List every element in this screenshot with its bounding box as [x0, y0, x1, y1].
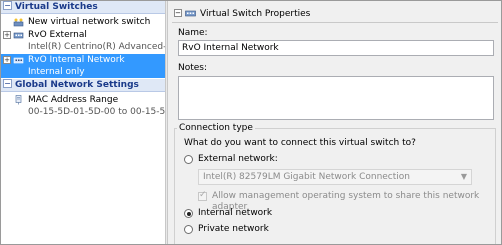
tree-item-sublabel: Internal only — [28, 67, 85, 77]
global-header-label: Global Network Settings — [15, 80, 139, 90]
adapter-value: Intel(R) 82579LM Gigabit Network Connect… — [203, 172, 410, 182]
expand-icon[interactable]: + — [3, 31, 11, 39]
tree-item-sublabel: Intel(R) Centrino(R) Advanced-N 6... — [28, 42, 165, 52]
name-input[interactable] — [178, 40, 494, 56]
new-switch-icon — [13, 18, 24, 27]
tree-item-mac-address-detail: 00-15-5D-01-5D-00 to 00-15-5D-0... — [1, 106, 165, 118]
section-collapse-icon[interactable]: − — [3, 79, 12, 88]
expand-icon[interactable]: + — [3, 56, 11, 64]
tree-item-rvo-external-detail: Intel(R) Centrino(R) Advanced-N 6... — [1, 41, 165, 53]
tree-item-label: RvO Internal Network — [28, 55, 125, 65]
network-switch-icon — [13, 57, 24, 64]
tree-item-rvo-external[interactable]: + RvO External — [1, 29, 165, 41]
chevron-down-icon: ▼ — [460, 172, 467, 181]
network-switch-icon — [13, 32, 24, 39]
virtual-switches-header-label: Virtual Switches — [15, 2, 98, 12]
tree-item-rvo-internal-detail[interactable]: Internal only — [1, 66, 165, 78]
tree-item-label: RvO External — [28, 30, 87, 40]
internal-network-radio[interactable] — [184, 209, 193, 218]
switch-tree-pane: − Virtual Switches New virtual network sw… — [1, 1, 165, 244]
network-adapter-select[interactable]: Intel(R) 82579LM Gigabit Network Connect… — [198, 169, 472, 185]
tree-item-label: MAC Address Range — [28, 95, 119, 105]
mac-address-icon — [15, 95, 22, 105]
connection-question: What do you want to connect this virtual… — [184, 138, 416, 148]
virtual-switch-properties-icon — [185, 10, 196, 17]
notes-label: Notes: — [178, 63, 208, 73]
private-network-radio[interactable] — [184, 225, 193, 234]
properties-header: − Virtual Switch Properties — [172, 5, 498, 23]
external-network-radio[interactable] — [184, 155, 193, 164]
global-network-settings-header[interactable]: − Global Network Settings — [1, 79, 165, 92]
allow-management-checkbox[interactable]: ✓ — [198, 190, 207, 201]
tree-item-mac-address-range[interactable]: MAC Address Range — [1, 94, 165, 106]
virtual-switch-manager-window: − Virtual Switches New virtual network sw… — [0, 0, 502, 245]
virtual-switches-section-header[interactable]: − Virtual Switches — [1, 1, 165, 14]
tree-item-rvo-internal-network[interactable]: + RvO Internal Network — [1, 54, 165, 66]
checkmark-icon: ✓ — [199, 190, 207, 200]
tree-item-new-virtual-switch[interactable]: New virtual network switch — [1, 16, 165, 28]
external-network-label[interactable]: External network: — [198, 154, 278, 165]
tree-item-sublabel: 00-15-5D-01-5D-00 to 00-15-5D-0... — [28, 107, 165, 117]
name-label: Name: — [178, 28, 208, 38]
properties-title: Virtual Switch Properties — [200, 9, 311, 19]
internal-network-label[interactable]: Internal network — [198, 208, 272, 219]
notes-textarea[interactable] — [178, 76, 494, 120]
connection-type-title: Connection type — [177, 123, 255, 134]
collapse-icon[interactable]: − — [174, 9, 182, 17]
switch-properties-pane: − Virtual Switch Properties Name: Notes:… — [168, 1, 501, 244]
tree-item-label: New virtual network switch — [28, 17, 151, 27]
section-collapse-icon[interactable]: − — [3, 1, 12, 10]
private-network-label[interactable]: Private network — [198, 224, 269, 235]
